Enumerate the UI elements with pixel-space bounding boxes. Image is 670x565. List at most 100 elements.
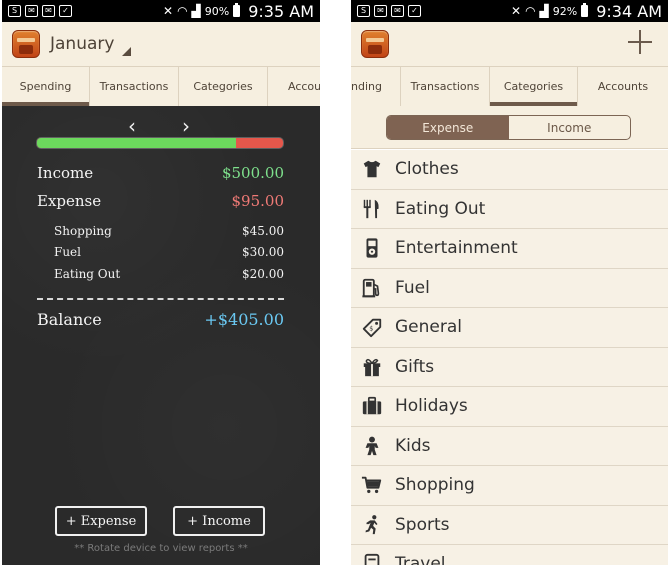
battery-percent: 92% bbox=[552, 4, 578, 18]
email-icon: ✉ bbox=[391, 5, 404, 17]
category-row-gifts[interactable]: Gifts bbox=[351, 347, 668, 387]
category-label: Entertainment bbox=[395, 238, 518, 259]
email-icon: ✉ bbox=[42, 5, 55, 17]
tab-transactions[interactable]: Transactions bbox=[401, 67, 490, 106]
tab-accounts[interactable]: Accounts bbox=[578, 67, 668, 106]
expense-row: Expense $95.00 bbox=[37, 192, 284, 210]
clipboard-icon: ✓ bbox=[59, 5, 72, 17]
balance-label: Balance bbox=[37, 310, 102, 329]
category-row-entertainment[interactable]: Entertainment bbox=[351, 229, 668, 269]
segment-expense[interactable]: Expense bbox=[387, 116, 509, 139]
category-label: Shopping bbox=[395, 475, 475, 496]
rotate-hint: ** Rotate device to view reports ** bbox=[74, 543, 248, 554]
tab-spending[interactable]: nding bbox=[351, 67, 401, 106]
runner-icon bbox=[361, 514, 383, 536]
clipboard-icon: ✓ bbox=[408, 5, 421, 17]
breakdown-value: $30.00 bbox=[242, 245, 284, 259]
category-label: General bbox=[395, 317, 462, 338]
category-row-shopping[interactable]: Shopping bbox=[351, 466, 668, 506]
fuel-pump-icon bbox=[361, 277, 383, 299]
price-tag-icon: $ bbox=[361, 316, 383, 338]
breakdown-row: Shopping $45.00 bbox=[54, 224, 284, 238]
category-label: Fuel bbox=[395, 277, 430, 298]
budget-progress-bar bbox=[37, 138, 283, 148]
skype-icon: S bbox=[8, 5, 21, 17]
skype-icon: S bbox=[357, 5, 370, 17]
breakdown-label: Shopping bbox=[54, 224, 112, 238]
breakdown-label: Eating Out bbox=[54, 267, 121, 281]
tab-categories[interactable]: Categories bbox=[179, 67, 268, 106]
wifi-icon: ◠ bbox=[525, 4, 536, 18]
category-list: Clothes Eating Out Entertainment Fuel $ … bbox=[351, 150, 668, 565]
wallet-app-icon[interactable] bbox=[12, 30, 40, 58]
wallet-app-icon[interactable] bbox=[361, 30, 389, 58]
category-label: Holidays bbox=[395, 396, 468, 417]
battery-percent: 90% bbox=[204, 4, 230, 18]
tab-spending[interactable]: Spending bbox=[2, 67, 90, 106]
category-row-holidays[interactable]: Holidays bbox=[351, 387, 668, 427]
breakdown-value: $20.00 bbox=[242, 267, 284, 281]
battery-icon bbox=[581, 3, 589, 17]
status-bar: S ✉ ✉ ✓ ✕ ◠ ▟ 92% 9:34 AM bbox=[351, 0, 668, 22]
category-label: Eating Out bbox=[395, 198, 486, 219]
add-expense-button[interactable]: + Expense bbox=[55, 506, 147, 536]
signal-icon: ▟ bbox=[539, 4, 549, 18]
clock: 9:35 AM bbox=[248, 1, 314, 21]
expense-income-toggle: Expense Income bbox=[386, 115, 631, 140]
add-category-button[interactable] bbox=[626, 28, 654, 56]
wifi-icon: ◠ bbox=[177, 4, 188, 18]
action-bar: January bbox=[2, 22, 320, 66]
category-label: Clothes bbox=[395, 159, 459, 180]
shirt-icon bbox=[361, 158, 383, 180]
balance-row: Balance +$405.00 bbox=[37, 310, 284, 329]
battery-icon bbox=[233, 3, 241, 17]
chalkboard-summary: ‹ › Income $500.00 Expense $95.00 Shoppi… bbox=[2, 106, 320, 565]
category-row-clothes[interactable]: Clothes bbox=[351, 150, 668, 190]
category-row-eating-out[interactable]: Eating Out bbox=[351, 189, 668, 229]
signal-icon: ▟ bbox=[191, 4, 201, 18]
breakdown-value: $45.00 bbox=[242, 224, 284, 238]
tab-transactions[interactable]: Transactions bbox=[90, 67, 179, 106]
breakdown-row: Fuel $30.00 bbox=[54, 245, 284, 259]
tab-bar: Spending Transactions Categories Accou bbox=[2, 66, 320, 106]
category-row-general[interactable]: $ General bbox=[351, 308, 668, 348]
ipod-icon bbox=[361, 237, 383, 259]
spending-screen: S ✉ ✉ ✓ ✕ ◠ ▟ 90% 9:35 AM January Spendi… bbox=[2, 0, 320, 565]
mail-icon: ✉ bbox=[374, 5, 387, 17]
previous-month-icon[interactable]: ‹ bbox=[128, 114, 136, 138]
gift-icon bbox=[361, 356, 383, 378]
luggage-icon bbox=[361, 553, 383, 565]
breakdown-row: Eating Out $20.00 bbox=[54, 267, 284, 281]
segment-income[interactable]: Income bbox=[509, 116, 631, 139]
dropdown-caret-icon[interactable] bbox=[122, 46, 132, 56]
category-row-sports[interactable]: Sports bbox=[351, 505, 668, 545]
tab-categories[interactable]: Categories bbox=[490, 67, 578, 106]
income-label: Income bbox=[37, 164, 94, 182]
income-remaining-fill bbox=[37, 138, 237, 148]
category-row-travel[interactable]: Travel bbox=[351, 545, 668, 565]
mail-icon: ✉ bbox=[25, 5, 38, 17]
breakdown-label: Fuel bbox=[54, 245, 81, 259]
type-switcher-area: Expense Income bbox=[351, 106, 668, 149]
category-row-kids[interactable]: Kids bbox=[351, 426, 668, 466]
category-label: Travel bbox=[395, 554, 446, 565]
status-bar: S ✉ ✉ ✓ ✕ ◠ ▟ 90% 9:35 AM bbox=[2, 0, 320, 22]
category-label: Kids bbox=[395, 435, 431, 456]
mute-icon: ✕ bbox=[163, 4, 174, 18]
categories-screen: S ✉ ✉ ✓ ✕ ◠ ▟ 92% 9:34 AM nding Transact… bbox=[351, 0, 668, 565]
child-icon bbox=[361, 435, 383, 457]
expense-label: Expense bbox=[37, 192, 102, 210]
add-income-button[interactable]: + Income bbox=[173, 506, 265, 536]
dashed-divider bbox=[37, 298, 284, 300]
balance-value: +$405.00 bbox=[204, 310, 284, 329]
category-label: Sports bbox=[395, 514, 450, 535]
tab-bar: nding Transactions Categories Accounts bbox=[351, 66, 668, 106]
tab-accounts[interactable]: Accou bbox=[268, 67, 320, 106]
clock: 9:34 AM bbox=[596, 1, 662, 21]
month-selector[interactable]: January bbox=[50, 34, 114, 54]
next-month-icon[interactable]: › bbox=[182, 114, 190, 138]
category-row-fuel[interactable]: Fuel bbox=[351, 268, 668, 308]
income-value: $500.00 bbox=[221, 164, 284, 182]
shopping-cart-icon bbox=[361, 474, 383, 496]
income-row: Income $500.00 bbox=[37, 164, 284, 182]
